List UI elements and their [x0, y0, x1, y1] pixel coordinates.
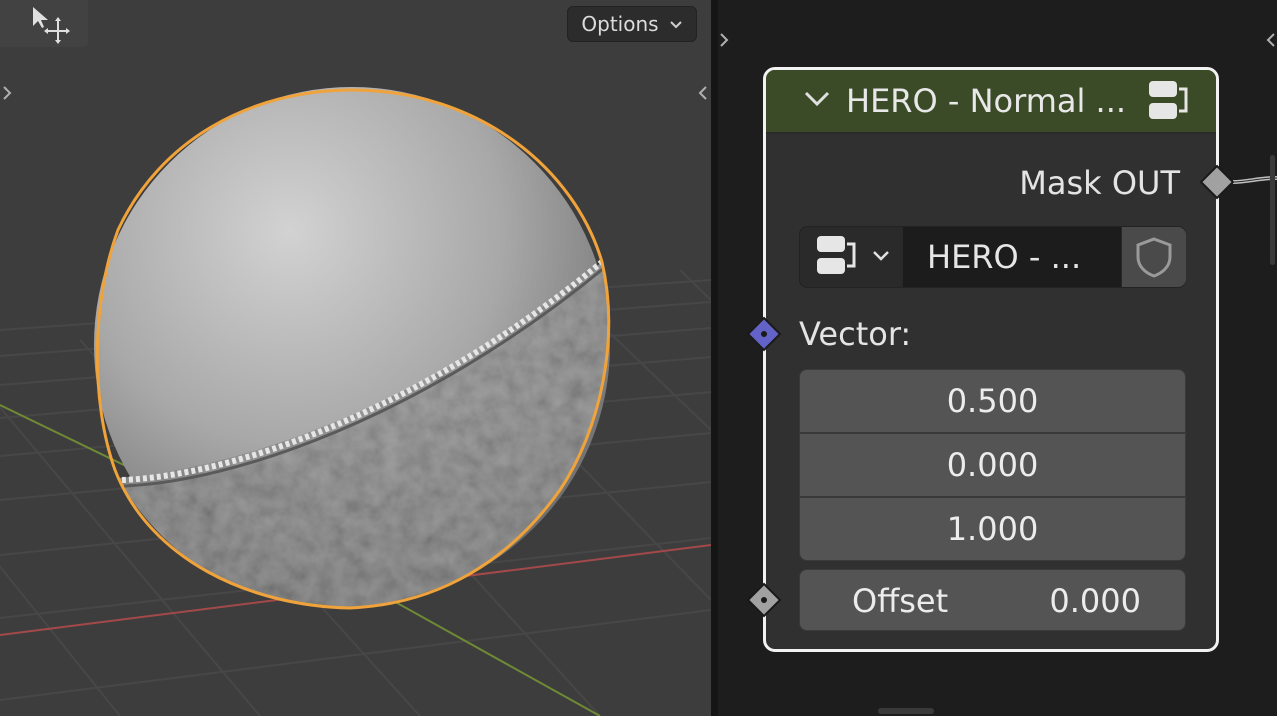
vector-y-field[interactable]: 0.000 [799, 433, 1186, 497]
node-header[interactable]: HERO - Normal ... [766, 70, 1216, 134]
offset-value: 0.000 [1049, 582, 1141, 620]
vertical-scrollbar[interactable] [1270, 155, 1275, 265]
chevron-down-icon [669, 15, 683, 34]
chevron-left-icon[interactable] [1265, 31, 1277, 53]
options-dropdown[interactable]: Options [567, 6, 697, 42]
region-resize-handle[interactable] [878, 708, 934, 714]
vector-input-socket[interactable] [746, 316, 782, 352]
chevron-right-icon[interactable] [718, 31, 730, 53]
offset-field[interactable]: Offset 0.000 [799, 569, 1186, 631]
node-group-browse-button[interactable] [800, 227, 902, 287]
chevron-left-icon[interactable] [697, 84, 709, 106]
chevron-down-icon [873, 251, 889, 261]
select-move-tool-button[interactable] [0, 0, 88, 47]
mask-out-socket-label: Mask OUT [1019, 164, 1180, 202]
fake-user-toggle[interactable] [1122, 227, 1186, 287]
shield-icon [1136, 237, 1172, 278]
node-group-icon [817, 236, 856, 274]
3d-viewport[interactable]: Options [0, 0, 711, 716]
chevron-down-icon[interactable] [802, 84, 832, 114]
node-group-selector[interactable]: HERO - ... [799, 226, 1186, 288]
vector-z-field[interactable]: 1.000 [799, 497, 1186, 561]
sphere-mesh[interactable] [90, 87, 630, 620]
offset-input-socket[interactable] [746, 582, 782, 618]
area-divider[interactable] [711, 0, 718, 716]
viewport-scene[interactable] [0, 0, 711, 716]
vector-socket-label: Vector: [799, 315, 912, 353]
mask-out-output-socket[interactable] [1199, 164, 1235, 200]
node-group-icon [1149, 81, 1188, 119]
offset-label: Offset [852, 582, 949, 620]
chevron-right-icon[interactable] [1, 84, 13, 106]
node-title: HERO - Normal ... [846, 82, 1127, 120]
node-group-hero-normal[interactable]: HERO - Normal ... Mask OUT HERO - ... Ve… [763, 67, 1219, 652]
options-label: Options [581, 12, 659, 36]
select-move-icon [33, 7, 70, 44]
node-group-name-field[interactable]: HERO - ... [903, 227, 1121, 287]
vector-x-field[interactable]: 0.500 [799, 369, 1186, 433]
